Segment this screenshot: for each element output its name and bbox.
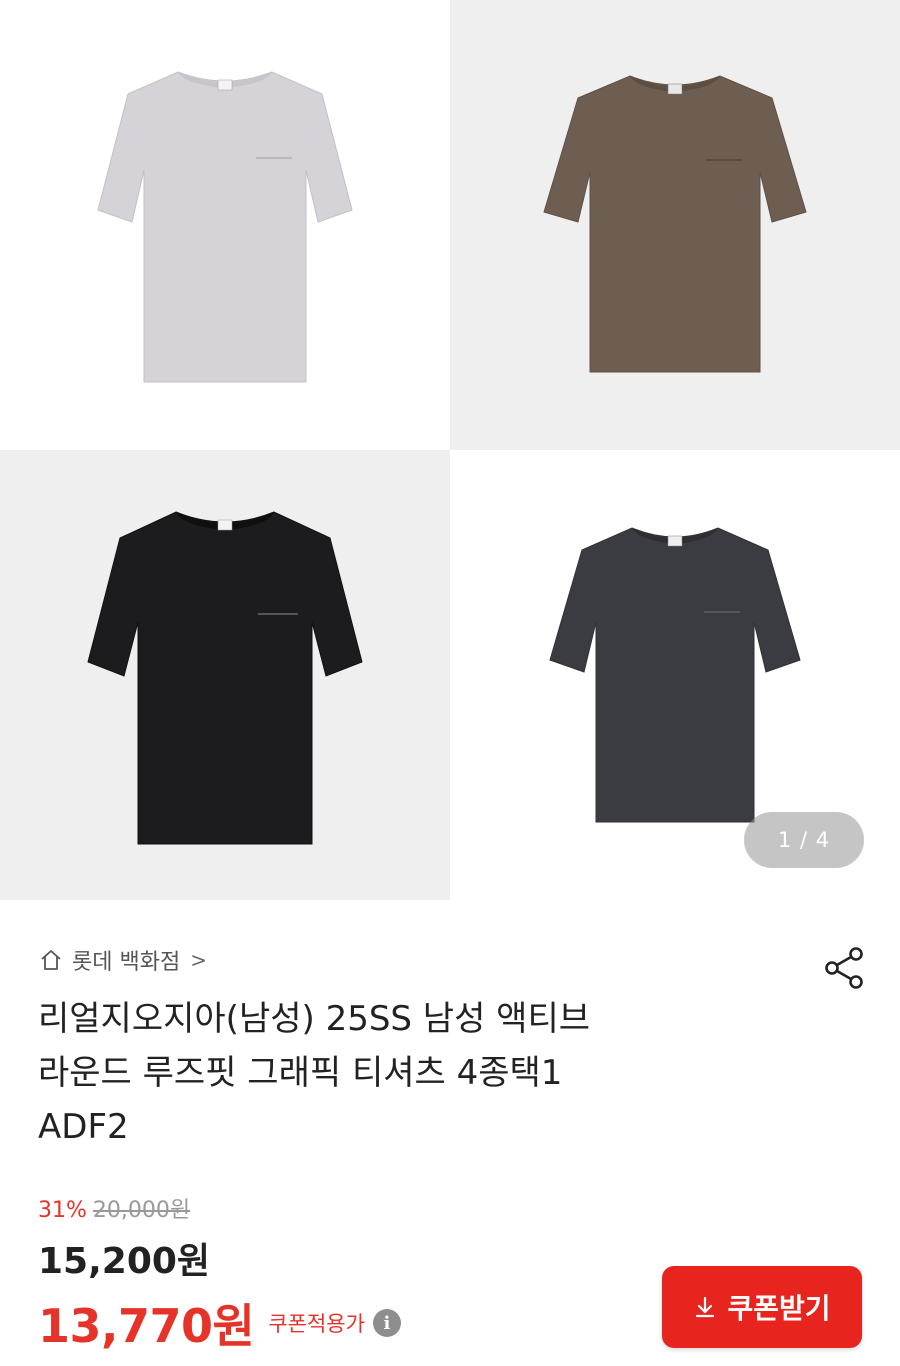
image-page-indicator: 1 / 4 xyxy=(744,812,864,868)
product-image-brown[interactable] xyxy=(450,0,900,450)
store-name: 롯데 백화점 xyxy=(72,950,181,975)
store-link[interactable]: 롯데 백화점 > xyxy=(38,944,207,976)
product-title: 리얼지오지아(남성) 25SS 남성 액티브 라운드 루즈핏 그래픽 티셔츠 4… xyxy=(38,992,798,1154)
discount-rate: 31% xyxy=(38,1198,87,1223)
coupon-price-row: 13,770원 쿠폰적용가 i xyxy=(38,1290,401,1356)
product-image-lavender-grey[interactable] xyxy=(0,0,450,450)
product-image-black[interactable] xyxy=(0,450,450,900)
discount-row: 31% 20,000원 xyxy=(38,1192,190,1224)
product-title-line: ADF2 xyxy=(38,1107,129,1147)
product-title-line: 리얼지오지아(남성) 25SS 남성 액티브 xyxy=(38,999,591,1039)
original-price: 20,000원 xyxy=(92,1198,191,1223)
chevron-right-icon: > xyxy=(190,948,207,972)
product-title-line: 라운드 루즈핏 그래픽 티셔츠 4종택1 xyxy=(38,1053,563,1093)
info-icon[interactable]: i xyxy=(372,1309,401,1337)
tshirt-black-image xyxy=(87,511,363,845)
tshirt-lavender-grey-image xyxy=(97,71,353,383)
download-icon xyxy=(696,1296,715,1318)
get-coupon-button[interactable]: 쿠폰받기 xyxy=(662,1266,862,1348)
home-icon xyxy=(41,950,61,970)
product-image-gallery[interactable] xyxy=(0,0,900,900)
share-icon[interactable] xyxy=(820,944,868,992)
coupon-price: 13,770원 xyxy=(38,1299,255,1353)
sale-price: 15,200원 xyxy=(38,1241,211,1282)
tshirt-brown-image xyxy=(543,75,807,373)
coupon-price-label: 쿠폰적용가 xyxy=(268,1312,365,1336)
get-coupon-label: 쿠폰받기 xyxy=(727,1292,831,1325)
